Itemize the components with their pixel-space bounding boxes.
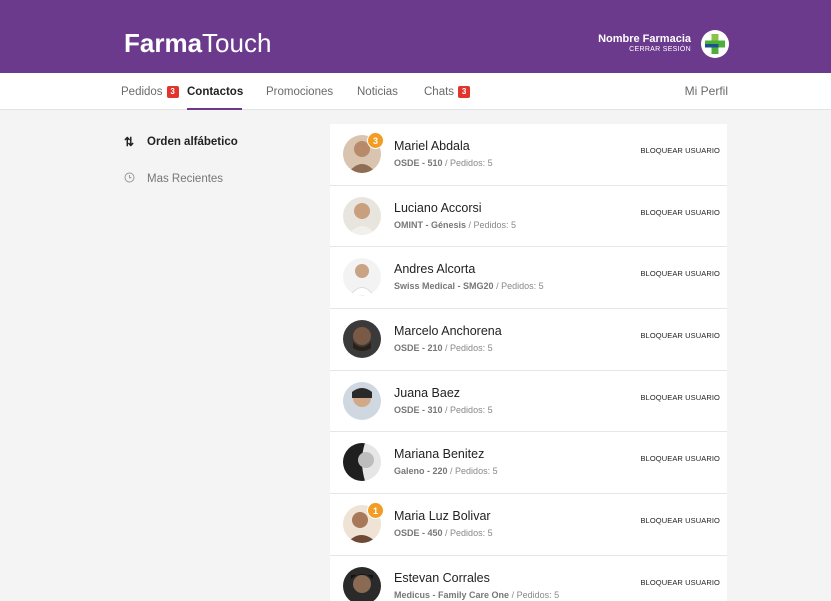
avatar bbox=[343, 443, 381, 482]
block-user-button[interactable]: BLOQUEAR USUARIO bbox=[640, 208, 720, 217]
contact-name: Luciano Accorsi bbox=[394, 200, 482, 215]
contact-name: Maria Luz Bolivar bbox=[394, 509, 491, 524]
contact-meta: Galeno - 220 / Pedidos: 5 bbox=[394, 466, 498, 477]
list-item[interactable]: 3 Mariel Abdala OSDE - 510 / Pedidos: 5 … bbox=[330, 124, 727, 186]
list-item[interactable]: Estevan Corrales Medicus - Family Care O… bbox=[330, 555, 727, 601]
avatar bbox=[343, 566, 381, 601]
list-item[interactable]: Andres Alcorta Swiss Medical - SMG20 / P… bbox=[330, 247, 727, 310]
clock-icon bbox=[121, 172, 137, 186]
contact-name: Mariana Benitez bbox=[394, 447, 485, 462]
contact-name: Andres Alcorta bbox=[394, 262, 476, 277]
block-user-button[interactable]: BLOQUEAR USUARIO bbox=[640, 578, 720, 587]
avatar bbox=[343, 258, 381, 297]
list-item[interactable]: Marcelo Anchorena OSDE - 210 / Pedidos: … bbox=[330, 309, 727, 371]
contact-meta: Medicus - Family Care One / Pedidos: 5 bbox=[394, 589, 560, 600]
main-nav: Pedidos 3 Contactos Promociones Noticias … bbox=[0, 73, 831, 110]
pharmacy-name: Nombre Farmacia bbox=[598, 33, 691, 45]
chats-badge: 3 bbox=[458, 86, 471, 98]
contacts-list: 3 Mariel Abdala OSDE - 510 / Pedidos: 5 … bbox=[330, 124, 727, 601]
tab-promociones[interactable]: Promociones bbox=[266, 84, 333, 100]
list-item[interactable]: Luciano Accorsi OMINT - Génesis / Pedido… bbox=[330, 185, 727, 248]
sort-arrows-icon: ⇅ bbox=[123, 135, 135, 149]
list-item[interactable]: Mariana Benitez Galeno - 220 / Pedidos: … bbox=[330, 432, 727, 495]
block-user-button[interactable]: BLOQUEAR USUARIO bbox=[640, 331, 720, 340]
contact-meta: OSDE - 210 / Pedidos: 5 bbox=[394, 343, 493, 354]
block-user-button[interactable]: BLOQUEAR USUARIO bbox=[640, 454, 720, 463]
tab-noticias[interactable]: Noticias bbox=[357, 84, 398, 100]
avatar bbox=[343, 381, 381, 420]
unread-count-badge: 3 bbox=[367, 132, 384, 149]
pedidos-badge: 3 bbox=[166, 86, 179, 98]
tab-chats[interactable]: Chats 3 bbox=[424, 84, 471, 100]
pharmacy-cross-icon bbox=[701, 30, 729, 58]
sort-alphabetical[interactable]: ⇅ Orden alfábetico bbox=[121, 135, 238, 149]
unread-count-badge: 1 bbox=[367, 502, 384, 520]
contact-meta: OSDE - 450 / Pedidos: 5 bbox=[394, 528, 493, 539]
active-tab-indicator bbox=[187, 108, 242, 110]
tab-pedidos[interactable]: Pedidos 3 bbox=[121, 84, 179, 100]
contact-meta: OMINT - Génesis / Pedidos: 5 bbox=[394, 219, 517, 230]
avatar bbox=[343, 320, 381, 359]
contact-name: Mariel Abdala bbox=[394, 139, 470, 153]
block-user-button[interactable]: BLOQUEAR USUARIO bbox=[640, 146, 720, 155]
contact-name: Juana Baez bbox=[394, 385, 461, 400]
contact-meta: OSDE - 510 / Pedidos: 5 bbox=[394, 158, 493, 168]
block-user-button[interactable]: BLOQUEAR USUARIO bbox=[640, 269, 720, 278]
contact-name: Estevan Corrales bbox=[394, 570, 490, 585]
logout-link[interactable]: CERRAR SESIÓN bbox=[598, 45, 691, 54]
profile-link[interactable]: Mi Perfil bbox=[685, 84, 728, 98]
sort-recent[interactable]: Mas Recientes bbox=[121, 172, 223, 186]
pharmacy-info: Nombre Farmacia CERRAR SESIÓN bbox=[598, 33, 691, 54]
contact-meta: Swiss Medical - SMG20 / Pedidos: 5 bbox=[394, 281, 544, 292]
block-user-button[interactable]: BLOQUEAR USUARIO bbox=[640, 393, 720, 402]
app-header: FarmaTouch Nombre Farmacia CERRAR SESIÓN bbox=[0, 0, 831, 73]
list-item[interactable]: Juana Baez OSDE - 310 / Pedidos: 5 BLOQU… bbox=[330, 370, 727, 433]
brand-logo[interactable]: FarmaTouch bbox=[124, 28, 271, 58]
contact-meta: OSDE - 310 / Pedidos: 5 bbox=[394, 404, 493, 415]
avatar bbox=[343, 196, 381, 235]
tab-contactos[interactable]: Contactos bbox=[187, 84, 243, 100]
contact-name: Marcelo Anchorena bbox=[394, 324, 502, 339]
block-user-button[interactable]: BLOQUEAR USUARIO bbox=[640, 516, 720, 525]
list-item[interactable]: 1 Maria Luz Bolivar OSDE - 450 / Pedidos… bbox=[330, 494, 727, 556]
